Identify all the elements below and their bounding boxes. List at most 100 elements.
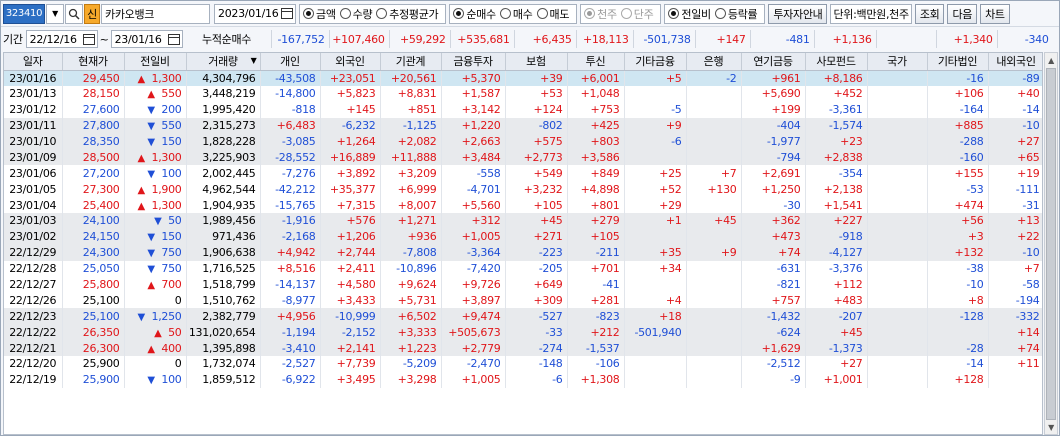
table-row[interactable]: 23/01/03 24,100 ▼ 50 1,989,456 -1,916 +576 +1,2… [4,213,1042,229]
table-cell: 29,450 [62,70,125,86]
table-cell: 0 [124,292,187,309]
table-row[interactable]: 23/01/13 28,150 ▲ 550 3,448,219 -14,800 +5,823… [4,85,1042,102]
table-cell: +18 [624,308,687,325]
vertical-scrollbar[interactable]: ▲ ▼ [1044,52,1058,435]
col-header[interactable]: 연기금등 [741,53,806,71]
table-row[interactable]: 23/01/12 27,600 ▼ 200 1,995,420 -818 +145 +851 +… [4,101,1042,118]
cumulative-sum-cell: +1,340 [935,30,997,48]
scroll-thumb[interactable] [1046,68,1056,420]
stock-code-field[interactable]: 323410 [3,3,45,24]
col-header[interactable]: 기타법인 [927,53,989,71]
table-cell: -1,574 [805,117,868,134]
table-cell: -16 [927,70,989,86]
table-row[interactable]: 23/01/02 24,150 ▼ 150 971,436 -2,168 +1,206 +93… [4,228,1042,245]
table-cell: +1,541 [805,197,868,214]
table-row[interactable]: 22/12/27 25,800 ▲ 700 1,518,799 -14,137 +4,580… [4,276,1042,293]
radio-sell[interactable]: 매도 [536,6,569,22]
table-row[interactable]: 22/12/20 25,900 0 1,732,074 -2,527 +7,739 -5,2… [4,356,1042,372]
table-row[interactable]: 23/01/16 29,450 ▲ 1,300 4,304,796 -43,508 +23,… [4,70,1042,86]
table-cell: 23/01/06 [4,165,63,182]
radio-buy[interactable]: 매수 [499,6,533,22]
scroll-up-icon[interactable]: ▲ [1045,53,1057,67]
cumulative-sum-cell: +107,460 [328,30,389,48]
table-cell: +27 [988,133,1042,150]
calendar-icon[interactable] [82,33,95,45]
period-bar: 기간 22/12/16 ~ 23/01/16 누적순매수 -167,752 +10… [1,28,1059,50]
table-cell: 1,859,512 [186,371,261,388]
col-header[interactable]: 개인 [260,53,321,71]
search-button[interactable] [65,3,83,24]
next-button[interactable]: 다음 [947,3,978,24]
table-row[interactable]: 23/01/10 28,350 ▼ 150 1,828,228 -3,085 +1,264 +… [4,133,1042,150]
col-header[interactable]: 일자 [4,53,63,71]
col-header[interactable]: 투신 [567,53,625,71]
radio-thousand-shares[interactable]: 천주 [584,6,617,22]
radio-avg-price[interactable]: 추정평균가 [376,6,439,22]
radio-quantity[interactable]: 수량 [339,6,373,22]
sort-down-icon[interactable]: ▼ [251,56,257,65]
table-cell: -10 [988,244,1042,261]
table-row[interactable]: 22/12/26 25,100 0 1,510,762 -8,977 +3,433 +5,7… [4,292,1042,309]
chart-button[interactable]: 차트 [980,3,1010,24]
period-from-field[interactable]: 22/12/16 [25,30,98,48]
radio-amount[interactable]: 금액 [303,6,336,22]
table-cell: 3,225,903 [186,149,261,166]
table-cell: 24,300 [62,244,125,261]
radio-change-rate[interactable]: 등락률 [714,6,758,22]
period-to-field[interactable]: 23/01/16 [110,30,183,48]
table-row[interactable]: 23/01/04 25,400 ▲ 1,300 1,904,935 -15,765 +7,3… [4,197,1042,214]
table-cell [686,101,742,118]
col-header[interactable]: 거래량 ▼ [186,53,261,71]
radio-single-shares[interactable]: 단주 [620,6,654,22]
col-header[interactable]: 전일비 [124,53,187,71]
cumulative-sums: -167,752 +107,460 +59,292 +535,681 +6,435 +18… [270,30,1053,48]
col-header[interactable]: 은행 [686,53,742,71]
investor-guide-button[interactable]: 투자자안내 [768,3,828,24]
table-cell: -2,152 [320,324,381,341]
stock-name-field[interactable]: 카카오뱅크 [101,3,210,24]
cumulative-sum-cell [875,30,936,48]
table-row[interactable]: 23/01/11 27,800 ▼ 550 2,315,273 +6,483 -6,232-… [4,117,1042,134]
table-row[interactable]: 22/12/21 26,300 ▲ 400 1,395,898 -3,410 +2,141 +… [4,340,1042,357]
col-header[interactable]: 보험 [505,53,568,71]
table-cell: -53 [927,181,989,198]
table-cell: +312 [441,213,506,229]
table-cell: -4,127 [805,244,868,261]
col-header[interactable]: 국가 [867,53,928,71]
col-header[interactable]: 내외국인 [988,53,1042,71]
calendar-icon[interactable] [281,8,293,19]
table-cell: -89 [988,70,1042,86]
table-cell: -205 [505,260,568,277]
table-row[interactable]: 23/01/06 27,200 ▼ 100 2,002,445 -7,276 +3,892 +… [4,165,1042,182]
table-row[interactable]: 22/12/28 25,050 ▼ 750 1,716,525 +8,516 +2,411-… [4,260,1042,277]
col-header[interactable]: 외국인 [320,53,381,71]
col-header[interactable]: 현재가 [62,53,125,71]
table-row[interactable]: 22/12/19 25,900 ▼ 100 1,859,512 -6,922 +3,495 +… [4,371,1042,388]
col-header[interactable]: 기타금융 [624,53,687,71]
query-date-field[interactable]: 2023/01/16 [214,3,296,24]
table-cell: 27,600 [62,101,125,118]
query-button[interactable]: 조회 [914,3,945,24]
radio-net-buy[interactable]: 순매수 [453,6,496,22]
table-cell: -14 [927,356,989,372]
scroll-down-icon[interactable]: ▼ [1045,420,1057,434]
table-cell: +14 [988,324,1042,341]
table-row[interactable]: 23/01/05 27,300 ▲ 1,900 4,962,544 -42,212 +35,… [4,181,1042,198]
investor-table[interactable]: 일자 현재가 전일비 거래량 ▼ 개인 외국인 기관계 금융투자 보험 투신 기타금융 은행 연기금등 사모… [3,52,1043,435]
col-header[interactable]: 기관계 [380,53,442,71]
arrow-down-icon: ▼ [147,264,155,276]
table-cell: +40 [988,85,1042,102]
table-cell: +9,726 [441,276,506,293]
radio-prev-diff[interactable]: 전일비 [668,6,711,22]
table-row[interactable]: 22/12/23 25,100 ▼ 1,250 2,382,779 +4,956 -10,9… [4,308,1042,325]
table-row[interactable]: 22/12/29 24,300 ▼ 750 1,906,638 +4,942 +2,744-… [4,244,1042,261]
table-cell: +11 [988,356,1042,372]
table-cell: +2,138 [805,181,868,198]
code-dropdown-button[interactable]: ▼ [46,3,64,24]
col-header[interactable]: 금융투자 [441,53,506,71]
table-row[interactable]: 22/12/22 26,350 ▲ 50 131,020,654 -1,194 -2,152… [4,324,1042,341]
table-row[interactable]: 23/01/09 28,500 ▲ 1,300 3,225,903 -28,552 +16,… [4,149,1042,166]
calendar-icon[interactable] [167,33,180,45]
col-header[interactable]: 사모펀드 [805,53,868,71]
table-cell: -6 [624,133,687,150]
